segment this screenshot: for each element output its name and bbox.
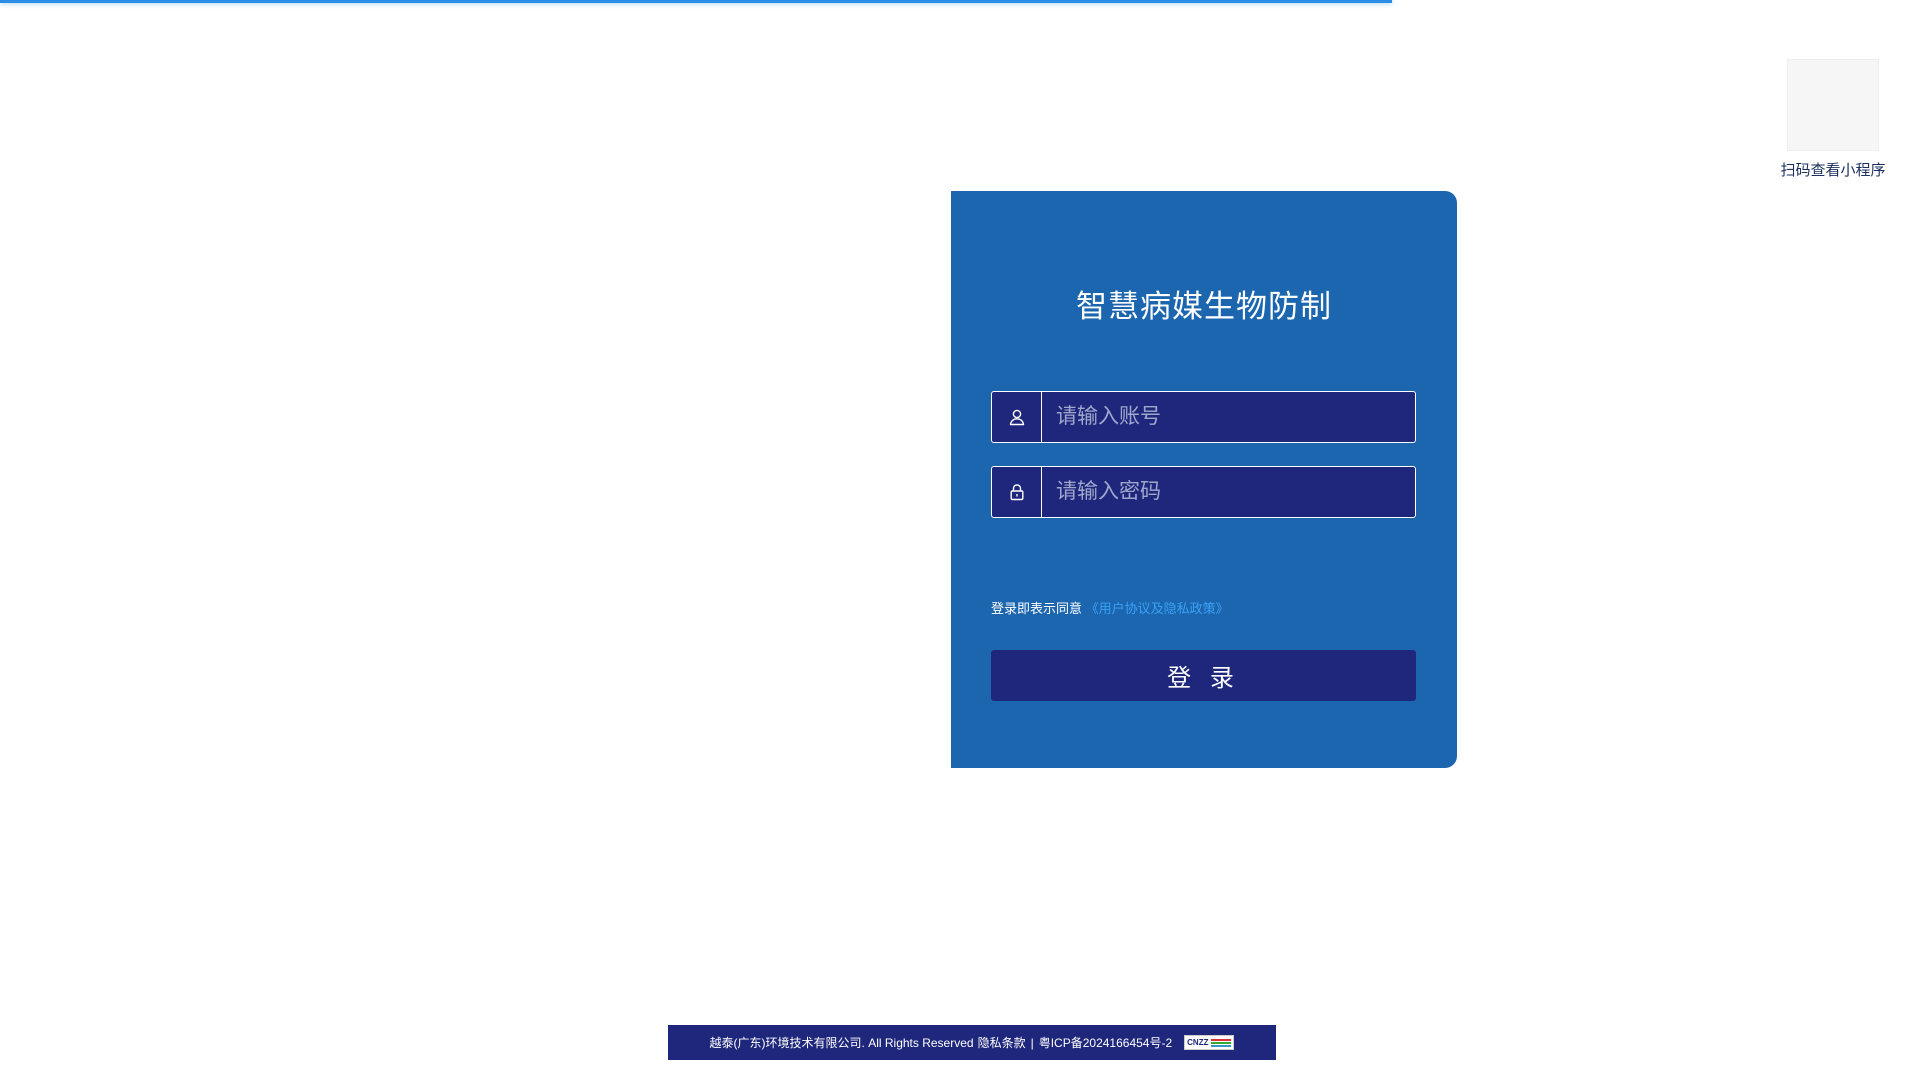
lock-icon (992, 467, 1042, 517)
account-field (991, 391, 1416, 443)
password-field (991, 466, 1416, 518)
footer-icp-link[interactable]: 粤ICP备2024166454号-2 (1039, 1034, 1172, 1051)
agreement-link[interactable]: 《用户协议及隐私政策》 (1086, 601, 1229, 616)
footer-privacy-link[interactable]: 隐私条款 (978, 1034, 1026, 1051)
footer: 越泰(广东)环境技术有限公司. All Rights Reserved 隐私条款… (668, 1025, 1276, 1060)
account-input[interactable] (1042, 392, 1415, 442)
login-card: 智慧病媒生物防制 登录即表示同意 《用户协议及隐私政策》 登 录 (951, 191, 1457, 768)
cnzz-stats-badge[interactable]: CNZZ (1184, 1035, 1235, 1050)
qr-code-panel: 扫码查看小程序 (1773, 59, 1893, 180)
agreement-text: 登录即表示同意 (991, 601, 1083, 616)
loading-progress-bar (0, 0, 1392, 3)
user-icon (992, 392, 1042, 442)
footer-company: 越泰(广东)环境技术有限公司. All Rights Reserved (709, 1036, 974, 1050)
qr-caption: 扫码查看小程序 (1780, 162, 1886, 179)
footer-separator: | (1030, 1035, 1034, 1050)
login-button[interactable]: 登 录 (991, 650, 1416, 701)
cnzz-stripes-icon (1211, 1038, 1232, 1047)
agreement-notice: 登录即表示同意 《用户协议及隐私政策》 (991, 598, 1229, 617)
cnzz-badge-text: CNZZ (1187, 1038, 1209, 1047)
password-input[interactable] (1042, 467, 1415, 517)
page-title: 智慧病媒生物防制 (1076, 289, 1332, 324)
qr-code-image (1787, 59, 1879, 151)
